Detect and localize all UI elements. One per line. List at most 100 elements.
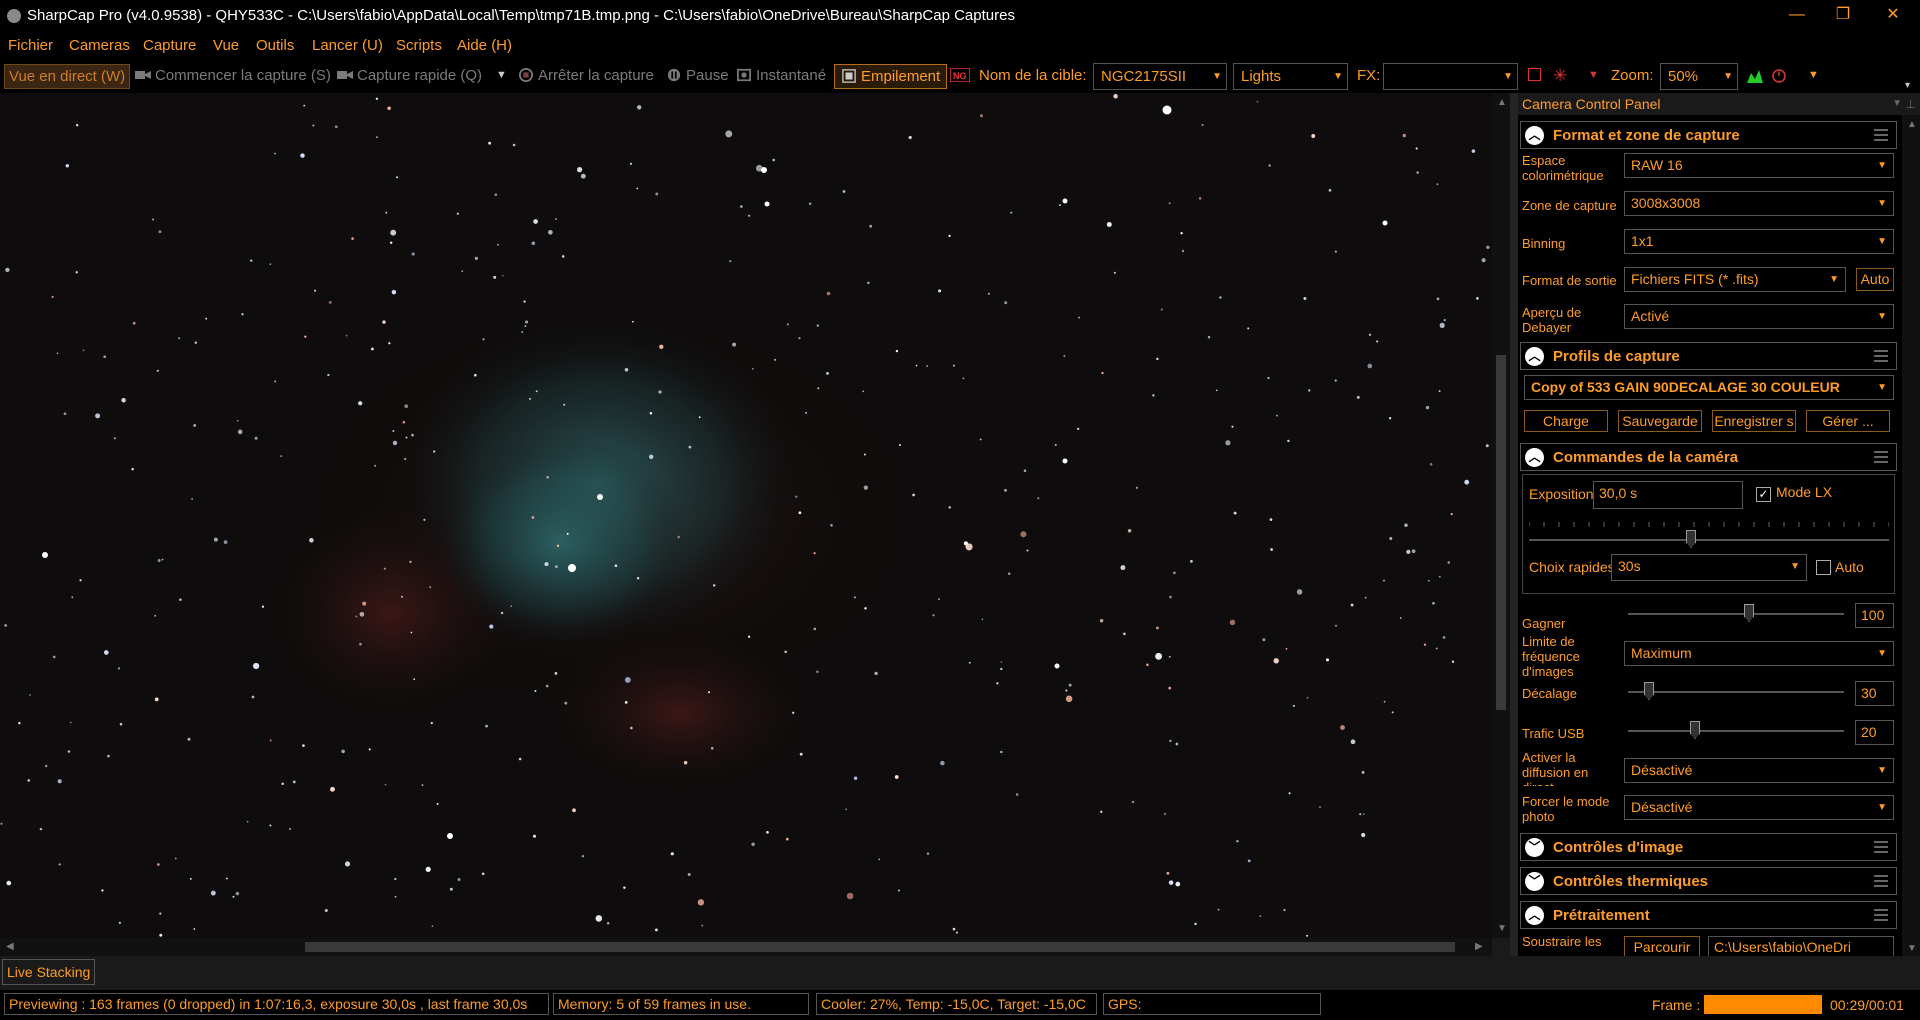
zoom-combo[interactable]: 50% ▼ — [1660, 63, 1738, 90]
pause-button[interactable]: Pause — [666, 64, 729, 89]
reticle-icon[interactable] — [1528, 68, 1541, 81]
scroll-left-icon[interactable]: ◀ — [6, 941, 14, 952]
quick-auto-checkbox[interactable] — [1816, 560, 1831, 575]
quick-pick-select[interactable]: 30s ▼ — [1611, 554, 1807, 581]
collapse-icon[interactable]: ︿ — [1525, 126, 1544, 145]
live-view-button[interactable]: Vue en direct (W) — [4, 64, 131, 89]
horizontal-scrollbar[interactable]: ◀ ▶ — [0, 938, 1492, 956]
gain-slider-thumb[interactable] — [1744, 604, 1754, 622]
start-capture-button[interactable]: Commencer la capture (S) — [135, 64, 331, 89]
star — [154, 614, 157, 617]
profile-manage-button[interactable]: Gérer ... — [1806, 410, 1890, 432]
collapse-icon[interactable]: ︿ — [1525, 906, 1544, 925]
stop-capture-button[interactable]: Arrêter la capture — [518, 64, 654, 89]
capture-area-select[interactable]: 3008x3008 ▼ — [1624, 191, 1894, 216]
profile-load-button[interactable]: Charge — [1524, 410, 1608, 432]
pin-icon[interactable]: ⊥ — [1906, 93, 1916, 115]
usb-traffic-slider-thumb[interactable] — [1690, 721, 1700, 739]
menu-lancer[interactable]: Lancer (U) — [312, 37, 383, 54]
star — [1416, 171, 1419, 174]
menu-capture[interactable]: Capture — [143, 37, 196, 54]
chevron-down-icon: ▼ — [1877, 802, 1887, 813]
section-camera-header[interactable]: ︿ Commandes de la caméra — [1520, 443, 1897, 471]
target-name-combo[interactable]: NGC2175SII ▼ — [1093, 63, 1227, 90]
offset-input[interactable]: 30 — [1855, 681, 1894, 706]
collapse-icon[interactable]: ︿ — [1525, 448, 1544, 467]
gain-input[interactable]: 100 — [1855, 603, 1894, 628]
binning-select[interactable]: 1x1 ▼ — [1624, 229, 1894, 254]
alarm-clock-icon[interactable] — [1771, 64, 1787, 89]
debayer-select[interactable]: Activé ▼ — [1624, 304, 1894, 329]
scroll-right-icon[interactable]: ▶ — [1475, 941, 1483, 952]
offset-slider[interactable] — [1628, 691, 1844, 693]
output-auto-button[interactable]: Auto — [1856, 268, 1894, 291]
section-menu-icon[interactable] — [1874, 875, 1888, 887]
overlay-dropdown-icon[interactable]: ▼ — [1588, 64, 1599, 89]
scroll-up-icon[interactable]: ▲ — [1497, 97, 1507, 108]
crosshair-icon[interactable]: ✳ — [1553, 64, 1567, 89]
scroll-down-icon[interactable]: ▼ — [1497, 923, 1507, 934]
panel-scrollbar[interactable]: ▲ ▼ — [1902, 115, 1920, 956]
usb-traffic-slider[interactable] — [1628, 730, 1844, 732]
menu-vue[interactable]: Vue — [213, 37, 239, 54]
expand-icon[interactable]: ﹀ — [1525, 872, 1544, 891]
stream-select[interactable]: Désactivé ▼ — [1624, 758, 1894, 783]
gain-slider[interactable] — [1628, 613, 1844, 615]
histogram-icon[interactable] — [1747, 64, 1763, 89]
section-menu-icon[interactable] — [1874, 350, 1888, 362]
toolbar-dropdown-icon[interactable]: ▼ — [1808, 64, 1819, 89]
section-menu-icon[interactable] — [1874, 129, 1888, 141]
section-menu-icon[interactable] — [1874, 451, 1888, 463]
section-image-controls-header[interactable]: ﹀ Contrôles d'image — [1520, 833, 1897, 861]
exposure-slider[interactable] — [1529, 518, 1889, 548]
snapshot-button[interactable]: Instantané — [736, 64, 826, 89]
section-profiles-header[interactable]: ︿ Profils de capture — [1520, 342, 1897, 370]
minimize-button[interactable]: — — [1774, 0, 1820, 32]
star — [159, 933, 163, 937]
section-menu-icon[interactable] — [1874, 909, 1888, 921]
vertical-scroll-thumb[interactable] — [1496, 355, 1506, 710]
section-menu-icon[interactable] — [1874, 841, 1888, 853]
output-format-select[interactable]: Fichiers FITS (* .fits) ▼ — [1624, 267, 1846, 292]
section-thermal-header[interactable]: ﹀ Contrôles thermiques — [1520, 867, 1897, 895]
expand-icon[interactable]: ﹀ — [1525, 838, 1544, 857]
offset-slider-thumb[interactable] — [1644, 682, 1654, 700]
star — [67, 750, 71, 753]
profile-select[interactable]: Copy of 533 GAIN 90DECALAGE 30 COULEUR ▼ — [1524, 375, 1894, 400]
close-button[interactable]: ✕ — [1870, 0, 1916, 32]
fx-combo[interactable]: ▼ — [1383, 63, 1518, 90]
panel-splitter[interactable] — [1510, 93, 1518, 956]
dark-path-input[interactable]: C:\Users\fabio\OneDri — [1708, 936, 1894, 956]
photo-mode-select[interactable]: Désactivé ▼ — [1624, 795, 1894, 820]
tab-live-stacking[interactable]: Live Stacking — [2, 959, 96, 985]
maximize-button[interactable]: ❐ — [1820, 0, 1866, 32]
quick-capture-button[interactable]: Capture rapide (Q) — [337, 64, 482, 89]
profile-save-button[interactable]: Sauvegarde — [1618, 410, 1702, 432]
menu-scripts[interactable]: Scripts — [396, 37, 442, 54]
vertical-scrollbar[interactable]: ▲ ▼ — [1492, 93, 1510, 938]
lx-mode-checkbox[interactable]: ✓ — [1756, 487, 1771, 502]
horizontal-scroll-thumb[interactable] — [305, 942, 1455, 952]
menu-cameras[interactable]: Cameras — [69, 37, 130, 54]
menu-fichier[interactable]: Fichier — [8, 37, 53, 54]
menu-aide[interactable]: Aide (H) — [457, 37, 512, 54]
bright-star — [447, 833, 453, 839]
usb-traffic-input[interactable]: 20 — [1855, 720, 1894, 745]
scroll-up-icon[interactable]: ▲ — [1907, 119, 1917, 130]
exposure-input[interactable]: 30,0 s — [1593, 481, 1743, 509]
profile-save-as-button[interactable]: Enregistrer s — [1712, 410, 1796, 432]
quick-capture-dropdown-icon[interactable]: ▼ — [496, 64, 507, 89]
panel-menu-icon[interactable]: ▼ — [1892, 93, 1902, 115]
frame-type-combo[interactable]: Lights ▼ — [1233, 63, 1348, 90]
color-space-select[interactable]: RAW 16 ▼ — [1624, 153, 1894, 178]
section-preprocessing-header[interactable]: ︿ Prétraitement — [1520, 901, 1897, 929]
menu-outils[interactable]: Outils — [256, 37, 294, 54]
chevron-down-icon: ▼ — [1790, 561, 1800, 572]
scroll-down-icon[interactable]: ▼ — [1907, 943, 1917, 954]
image-viewer[interactable] — [0, 93, 1492, 938]
browse-button[interactable]: Parcourir — [1624, 936, 1700, 956]
framerate-select[interactable]: Maximum ▼ — [1624, 641, 1894, 666]
collapse-icon[interactable]: ︿ — [1525, 347, 1544, 366]
stacking-button[interactable]: Empilement — [834, 64, 948, 89]
section-format-header[interactable]: ︿ Format et zone de capture — [1520, 121, 1897, 149]
